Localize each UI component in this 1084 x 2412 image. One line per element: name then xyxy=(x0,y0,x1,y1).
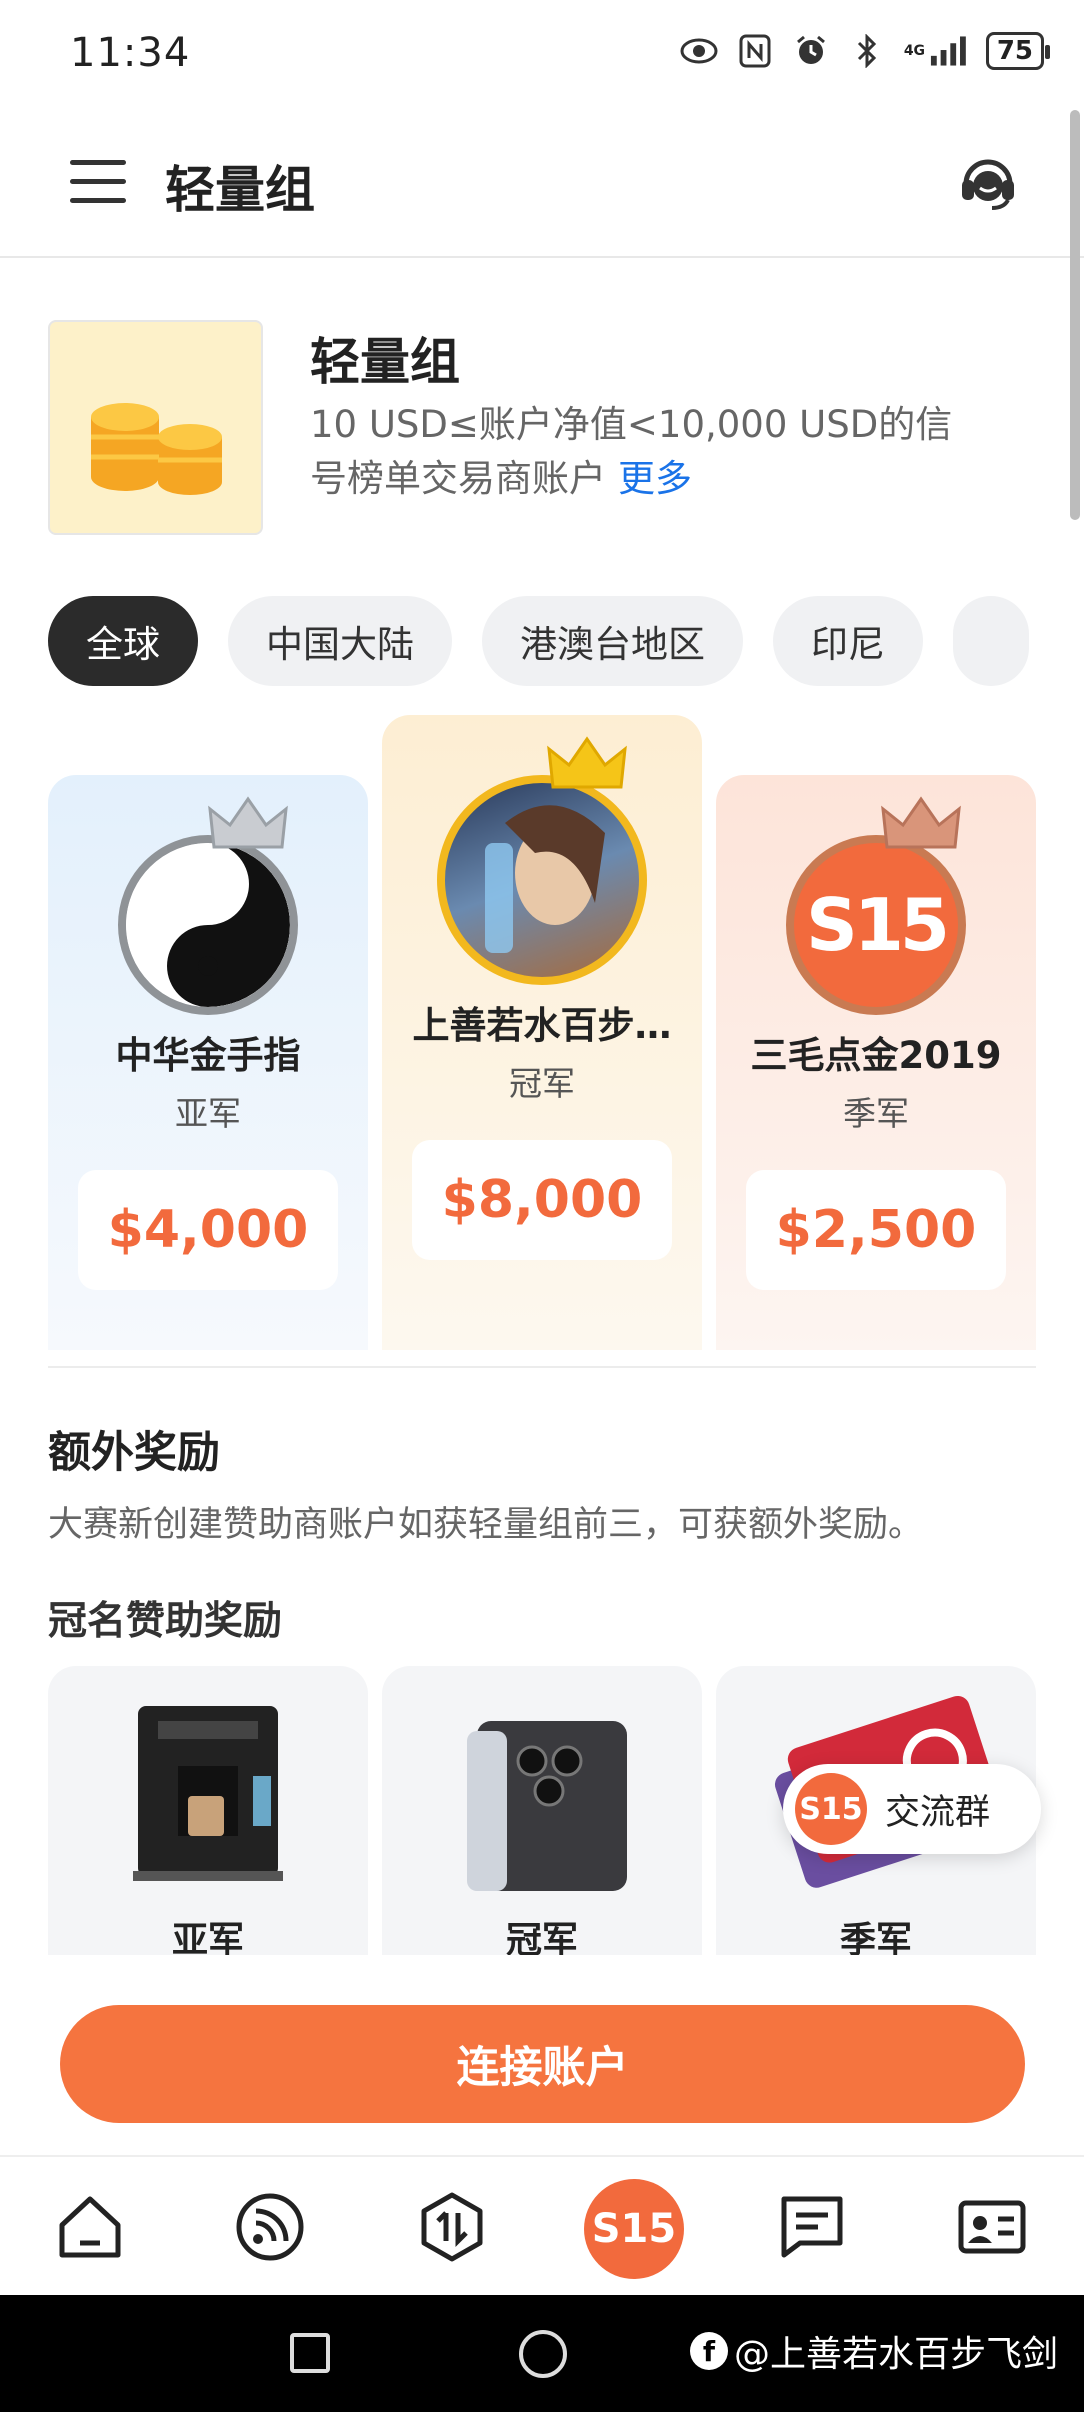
status-bar: 11:34 4G 75 xyxy=(0,0,1084,110)
podium-third-place[interactable]: S15 三毛点金2019 季军 $2,500 xyxy=(716,775,1036,1350)
profile-card-icon[interactable] xyxy=(952,2187,1032,2267)
avatar: S15 xyxy=(786,835,966,1015)
status-icons: 4G 75 xyxy=(680,32,1051,70)
bonus-title: 额外奖励 xyxy=(48,1428,220,1478)
s15-logo-icon: S15 xyxy=(795,1773,867,1845)
bluetooth-icon xyxy=(848,32,886,70)
message-icon[interactable] xyxy=(772,2187,852,2267)
tab-global[interactable]: 全球 xyxy=(48,596,198,686)
smartphone-icon xyxy=(467,1721,627,1891)
bronze-crown-icon xyxy=(881,795,961,859)
hamburger-menu-icon[interactable] xyxy=(70,160,126,206)
group-description: 10 USD≤账户净值<10,000 USD的信号榜单交易商账户 更多 xyxy=(310,398,970,506)
region-tabs: 全球 中国大陆 港澳台地区 印尼 xyxy=(48,596,1038,686)
s15-logo-tab[interactable]: S15 xyxy=(584,2179,684,2279)
bonus-description: 大赛新创建赞助商账户如获轻量组前三，可获额外奖励。 xyxy=(48,1505,924,1545)
nfc-icon xyxy=(736,32,774,70)
home-icon[interactable] xyxy=(50,2187,130,2267)
prize-amount: $4,000 xyxy=(78,1170,338,1290)
tab-indonesia[interactable]: 印尼 xyxy=(773,596,923,686)
coffee-machine-icon xyxy=(133,1706,283,1881)
customer-service-icon[interactable] xyxy=(956,150,1020,214)
s15-logo-icon: S15 xyxy=(805,883,950,967)
podium-first-place[interactable]: 上善若水百步… 冠军 $8,000 xyxy=(382,715,702,1350)
community-group-label: 交流群 xyxy=(885,1792,991,1833)
prize-amount: $8,000 xyxy=(412,1140,672,1260)
podium-rank: 季军 xyxy=(843,1094,909,1133)
tab-hk-macau-taiwan[interactable]: 港澳台地区 xyxy=(482,596,743,686)
silver-crown-icon xyxy=(208,795,288,859)
sponsor-reward-title: 冠名赞助奖励 xyxy=(48,1599,283,1644)
group-name: 轻量组 xyxy=(310,333,460,391)
podium-rank: 冠军 xyxy=(509,1064,575,1103)
home-button[interactable] xyxy=(519,2330,567,2378)
status-time: 11:34 xyxy=(70,30,191,76)
sponsor-card-coffee-machine[interactable]: 亚军 xyxy=(48,1666,368,1966)
podium-name: 中华金手指 xyxy=(115,1034,301,1077)
tab-mainland-china[interactable]: 中国大陆 xyxy=(228,596,452,686)
bottom-tab-bar: S15 xyxy=(0,2155,1084,2295)
divider xyxy=(48,1366,1036,1368)
watermark-text: @上善若水百步飞剑 xyxy=(734,2334,1059,2375)
watermark: f @上善若水百步飞剑 xyxy=(690,2325,1058,2377)
signal-strength-icon: 4G xyxy=(904,32,968,70)
podium-name: 上善若水百步… xyxy=(412,1004,672,1047)
avatar xyxy=(118,835,298,1015)
system-nav-bar: f @上善若水百步飞剑 xyxy=(0,2295,1084,2412)
page-title: 轻量组 xyxy=(165,161,315,219)
sponsor-card-phone[interactable]: 冠军 xyxy=(382,1666,702,1966)
social-logo-icon: f xyxy=(690,2332,728,2370)
trade-icon[interactable] xyxy=(412,2187,492,2267)
app-header: 轻量组 xyxy=(0,110,1084,258)
community-group-button[interactable]: S15 交流群 xyxy=(783,1764,1041,1854)
connect-account-button[interactable]: 连接账户 xyxy=(60,2005,1025,2123)
signal-icon[interactable] xyxy=(230,2187,310,2267)
prize-amount: $2,500 xyxy=(746,1170,1006,1290)
more-link[interactable]: 更多 xyxy=(618,457,692,500)
bottom-cta-area: 连接账户 xyxy=(0,1955,1084,2155)
gold-crown-icon xyxy=(547,735,627,799)
eye-icon xyxy=(680,32,718,70)
avatar xyxy=(437,775,647,985)
battery-indicator: 75 xyxy=(985,32,1051,70)
podium-rank: 亚军 xyxy=(175,1094,241,1133)
gold-coins-image xyxy=(48,320,263,535)
scrollbar[interactable] xyxy=(1070,110,1080,520)
podium-second-place[interactable]: 中华金手指 亚军 $4,000 xyxy=(48,775,368,1350)
podium-name: 三毛点金2019 xyxy=(750,1034,1002,1077)
recent-apps-button[interactable] xyxy=(290,2333,330,2373)
alarm-icon xyxy=(792,32,830,70)
tab-more[interactable] xyxy=(953,596,1029,686)
